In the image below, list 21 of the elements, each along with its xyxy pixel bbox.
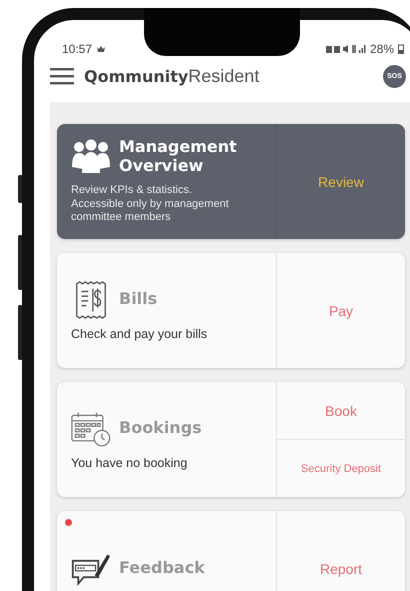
card-title: Feedback (119, 559, 205, 578)
app-title: QommunityResident (84, 66, 260, 87)
card-description: Check and pay your bills (71, 326, 208, 340)
card-action-button[interactable]: Review (277, 124, 405, 239)
card-title: Bills (119, 290, 158, 309)
card-action-button[interactable]: Pay (277, 253, 405, 368)
status-icon (96, 44, 106, 54)
people-group-icon (71, 138, 111, 176)
card-title: Management Overview (119, 138, 238, 176)
card-action-button[interactable]: Security Deposit (277, 439, 405, 497)
card-description: Review KPIs & statistics. Accessible only by management committee members (71, 184, 230, 226)
status-time: 10:57 (62, 42, 92, 56)
card-description: You have no booking (71, 456, 188, 470)
battery-icon (398, 44, 404, 54)
battery-percent: 28% (370, 42, 394, 56)
menu-icon[interactable] (50, 67, 74, 86)
card-title: Bookings (119, 419, 202, 438)
card-action-button[interactable]: Report (277, 511, 405, 591)
card-action-button[interactable]: Book (277, 382, 405, 439)
signal-icons (326, 44, 366, 54)
calendar-clock-icon (71, 410, 111, 448)
